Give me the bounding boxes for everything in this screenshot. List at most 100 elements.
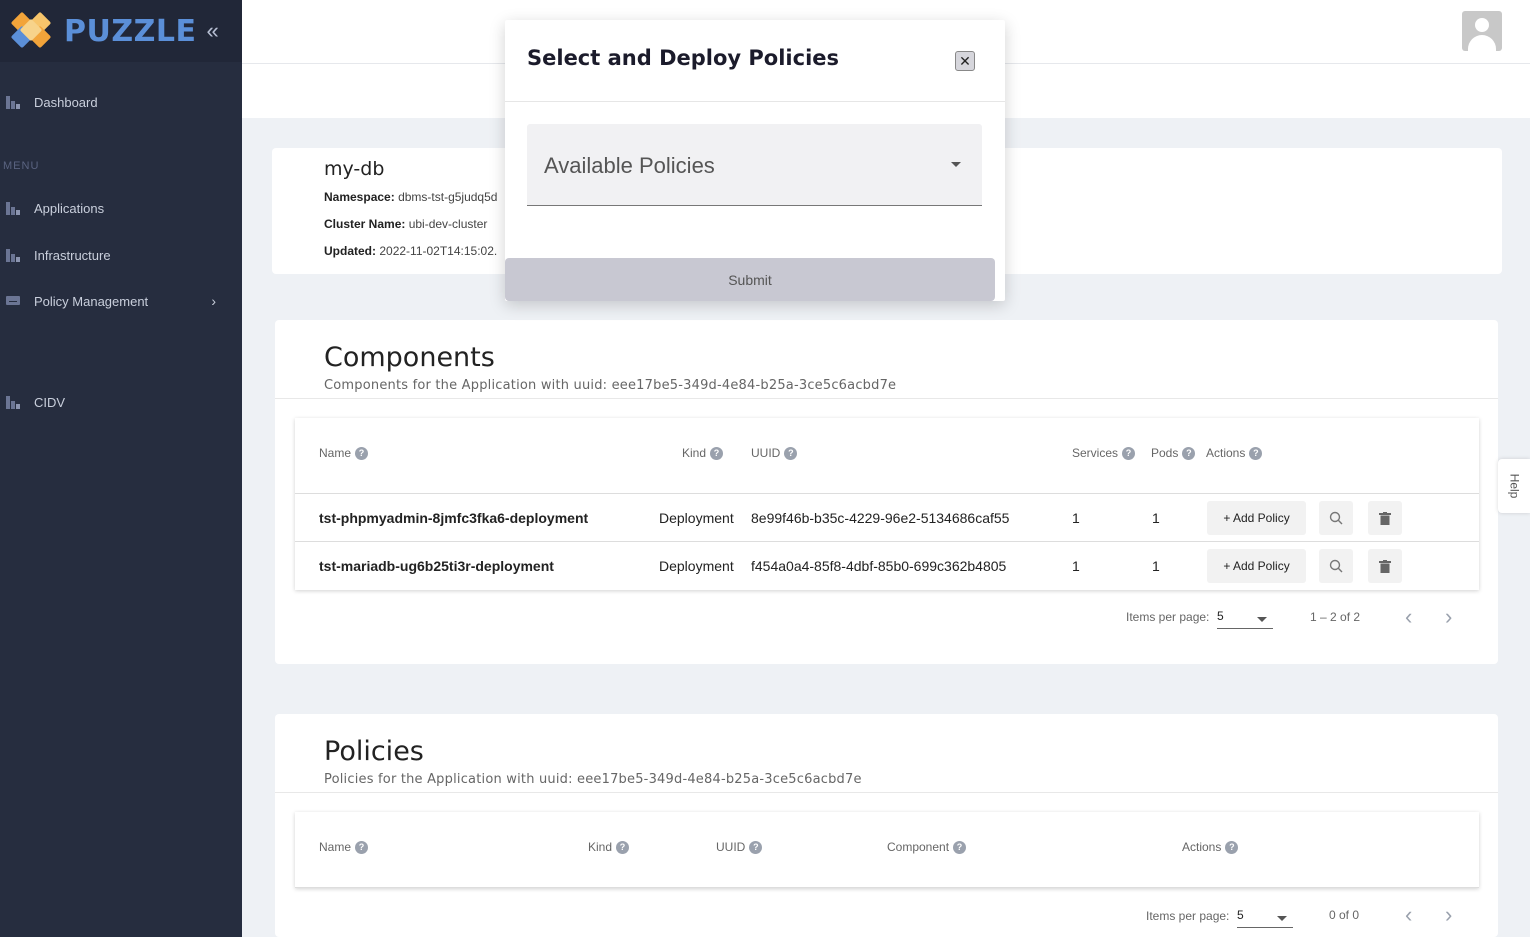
sidebar: PUZZLE « Dashboard MENU Applications Inf… xyxy=(0,0,242,937)
help-icon[interactable]: ? xyxy=(1122,446,1136,460)
component-name[interactable]: tst-phpmyadmin-8jmfc3fka6-deployment xyxy=(319,494,588,542)
updated-row: Updated: 2022-11-02T14:15:02. xyxy=(324,244,497,258)
help-tab[interactable]: Help xyxy=(1498,459,1530,513)
sidebar-item-cidv[interactable]: CIDV xyxy=(0,387,242,417)
sidebar-item-dashboard[interactable]: Dashboard xyxy=(0,87,242,117)
sidebar-item-label: Infrastructure xyxy=(34,247,111,263)
help-icon[interactable]: ? xyxy=(616,840,630,854)
application-name: my-db xyxy=(324,158,385,180)
column-header-kind: Kind? xyxy=(682,446,724,460)
dashboard-icon xyxy=(6,95,20,109)
sidebar-item-label: Applications xyxy=(34,200,105,216)
modal-title: Select and Deploy Policies xyxy=(527,46,840,70)
delete-icon[interactable] xyxy=(1368,501,1402,535)
cidv-icon xyxy=(6,395,20,409)
chevron-down-icon xyxy=(1257,617,1267,622)
collapse-sidebar-icon[interactable]: « xyxy=(206,18,218,44)
previous-page-icon[interactable]: ‹ xyxy=(1405,604,1412,630)
policies-title: Policies xyxy=(324,736,424,767)
pagination-range: 1 – 2 of 2 xyxy=(1310,610,1361,624)
infrastructure-icon xyxy=(6,248,20,262)
component-name[interactable]: tst-mariadb-ug6b25ti3r-deployment xyxy=(319,542,554,590)
namespace-label: Namespace: xyxy=(324,190,395,204)
puzzle-logo-icon xyxy=(10,11,56,49)
column-header-pods: Pods? xyxy=(1151,446,1196,460)
policies-table: Name? Kind? UUID? Component? Actions? xyxy=(295,812,1479,888)
namespace-row: Namespace: dbms-tst-g5judq5d xyxy=(324,190,497,204)
column-header-name: Name? xyxy=(319,446,369,460)
next-page-icon[interactable]: › xyxy=(1445,902,1452,928)
help-icon[interactable]: ? xyxy=(1249,446,1263,460)
items-per-page-select[interactable]: 5 xyxy=(1217,609,1273,629)
cluster-label: Cluster Name: xyxy=(324,217,406,231)
components-title: Components xyxy=(324,342,495,373)
chevron-right-icon: › xyxy=(211,293,216,309)
table-row: tst-phpmyadmin-8jmfc3fka6-deployment Dep… xyxy=(295,493,1479,541)
divider xyxy=(275,792,1498,793)
column-header-actions: Actions? xyxy=(1206,446,1263,460)
divider xyxy=(505,101,1005,102)
close-icon[interactable]: ✕ xyxy=(955,51,975,71)
column-header-name: Name? xyxy=(319,840,369,854)
help-icon[interactable]: ? xyxy=(355,840,369,854)
components-table: Name? Kind? UUID? Services? Pods? Action… xyxy=(295,418,1479,590)
help-icon[interactable]: ? xyxy=(355,446,369,460)
help-tab-label: Help xyxy=(1507,473,1521,499)
component-pods: 1 xyxy=(1152,558,1160,574)
search-icon[interactable] xyxy=(1319,549,1353,583)
search-icon[interactable] xyxy=(1319,501,1353,535)
user-avatar[interactable] xyxy=(1462,11,1502,51)
updated-label: Updated: xyxy=(324,244,376,258)
select-placeholder: Available Policies xyxy=(544,153,715,178)
namespace-value: dbms-tst-g5judq5d xyxy=(398,190,498,204)
chevron-down-icon xyxy=(951,162,961,167)
chevron-down-icon xyxy=(1277,916,1287,921)
sidebar-item-label: Dashboard xyxy=(34,94,98,110)
column-header-kind: Kind? xyxy=(588,840,630,854)
component-pods: 1 xyxy=(1152,510,1160,526)
help-icon[interactable]: ? xyxy=(710,446,724,460)
items-per-page-select[interactable]: 5 xyxy=(1237,908,1293,928)
items-per-page-value: 5 xyxy=(1217,609,1224,623)
sidebar-item-infrastructure[interactable]: Infrastructure xyxy=(0,240,242,270)
column-header-component: Component? xyxy=(887,840,967,854)
help-icon[interactable]: ? xyxy=(749,840,763,854)
sidebar-item-label: CIDV xyxy=(34,394,66,410)
sidebar-item-policy-management[interactable]: Policy Management › xyxy=(0,286,242,316)
sidebar-item-applications[interactable]: Applications xyxy=(0,193,242,223)
sidebar-item-label: Policy Management xyxy=(34,293,149,309)
next-page-icon[interactable]: › xyxy=(1445,604,1452,630)
column-header-actions: Actions? xyxy=(1182,840,1239,854)
components-subtitle: Components for the Application with uuid… xyxy=(324,378,897,393)
logo-bar: PUZZLE « xyxy=(0,0,242,62)
policies-subtitle: Policies for the Application with uuid: … xyxy=(324,772,862,787)
help-icon[interactable]: ? xyxy=(953,840,967,854)
component-kind: Deployment xyxy=(659,510,734,526)
help-icon[interactable]: ? xyxy=(784,446,798,460)
items-per-page-label: Items per page: xyxy=(1126,610,1210,624)
column-header-uuid: UUID? xyxy=(751,446,798,460)
submit-button[interactable]: Submit xyxy=(505,258,995,301)
component-services: 1 xyxy=(1072,558,1080,574)
component-uuid: f454a0a4-85f8-4dbf-85b0-699c362b4805 xyxy=(751,558,1007,574)
policies-card: Policies Policies for the Application wi… xyxy=(275,714,1498,937)
add-policy-button[interactable]: + Add Policy xyxy=(1207,549,1306,583)
updated-value: 2022-11-02T14:15:02. xyxy=(379,244,498,258)
delete-icon[interactable] xyxy=(1368,549,1402,583)
pagination-range: 0 of 0 xyxy=(1329,908,1360,922)
policy-icon xyxy=(6,295,20,308)
add-policy-button[interactable]: + Add Policy xyxy=(1207,501,1306,535)
component-services: 1 xyxy=(1072,510,1080,526)
menu-section-label: MENU xyxy=(3,160,40,172)
divider xyxy=(275,398,1498,399)
items-per-page-value: 5 xyxy=(1237,908,1244,922)
cluster-row: Cluster Name: ubi-dev-cluster xyxy=(324,217,487,231)
items-per-page-label: Items per page: xyxy=(1146,909,1230,923)
help-icon[interactable]: ? xyxy=(1225,840,1239,854)
brand-name: PUZZLE xyxy=(64,13,197,49)
help-icon[interactable]: ? xyxy=(1182,446,1196,460)
cluster-value: ubi-dev-cluster xyxy=(408,217,488,231)
available-policies-select[interactable]: Available Policies xyxy=(527,124,982,206)
previous-page-icon[interactable]: ‹ xyxy=(1405,902,1412,928)
deploy-policies-modal: Select and Deploy Policies ✕ Available P… xyxy=(505,20,1005,301)
